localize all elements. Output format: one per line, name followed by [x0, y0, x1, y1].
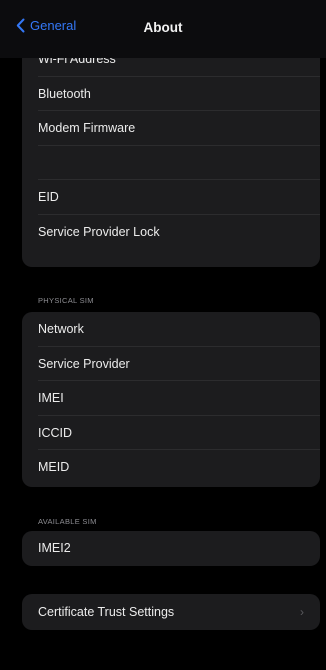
service-provider-label: Service Provider: [38, 356, 130, 371]
eid-row[interactable]: EID: [22, 180, 320, 215]
physical-sim-group: Network Service Provider IMEI ICCID MEID: [22, 312, 320, 487]
physical-sim-header: PHYSICAL SIM: [38, 296, 94, 305]
navigation-bar: General About: [0, 0, 326, 58]
eid-label: EID: [38, 190, 59, 205]
network-label: Network: [38, 322, 84, 337]
available-sim-group: IMEI2: [22, 531, 320, 566]
meid-row[interactable]: MEID: [22, 450, 320, 485]
imei2-row[interactable]: IMEI2: [22, 531, 320, 566]
page-title: About: [143, 20, 183, 35]
certificate-trust-settings-label: Certificate Trust Settings: [38, 605, 175, 619]
service-provider-lock-label: Service Provider Lock: [38, 224, 160, 239]
bluetooth-row[interactable]: Bluetooth: [22, 77, 320, 112]
imei-row[interactable]: IMEI: [22, 381, 320, 416]
available-sim-header: AVAILABLE SIM: [38, 517, 97, 526]
chevron-right-icon: ›: [300, 605, 304, 619]
certificate-trust-settings-row[interactable]: Certificate Trust Settings ›: [22, 594, 320, 630]
service-provider-row[interactable]: Service Provider: [22, 347, 320, 382]
certificate-group: Certificate Trust Settings ›: [22, 594, 320, 630]
imei2-label: IMEI2: [38, 541, 71, 556]
network-row[interactable]: Network: [22, 312, 320, 347]
bluetooth-label: Bluetooth: [38, 86, 91, 101]
modem-firmware-row[interactable]: Modem Firmware: [22, 111, 320, 146]
imei-label: IMEI: [38, 391, 64, 406]
modem-firmware-label: Modem Firmware: [38, 121, 136, 136]
meid-label: MEID: [38, 460, 70, 475]
blank-row[interactable]: [22, 146, 320, 181]
iccid-label: ICCID: [38, 425, 73, 440]
service-provider-lock-row[interactable]: Service Provider Lock: [22, 215, 320, 250]
iccid-row[interactable]: ICCID: [22, 416, 320, 451]
